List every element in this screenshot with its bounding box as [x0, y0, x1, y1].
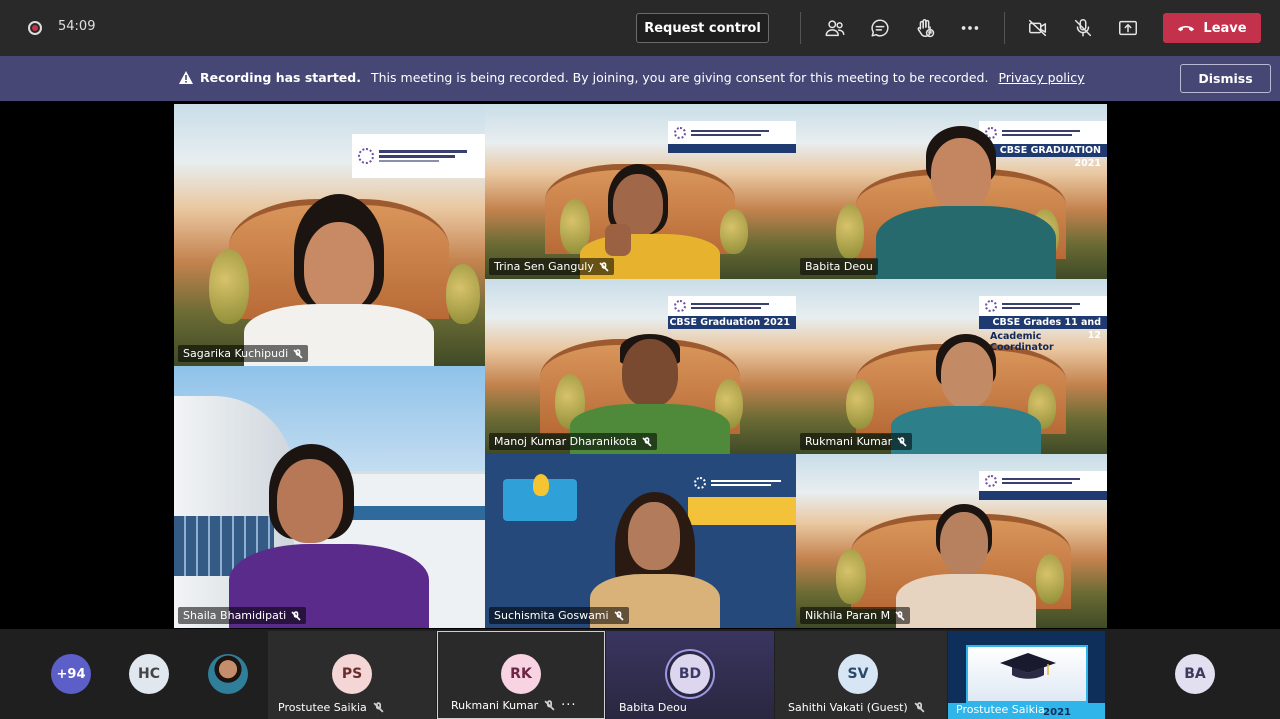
logo-icon: [358, 148, 374, 164]
participant-name: Prostutee Saikia: [956, 703, 1045, 716]
share-icon[interactable]: [1116, 16, 1140, 40]
video-tile[interactable]: CBSE GRADUATION 2021 Babita Deou: [796, 104, 1107, 279]
participant-name-tag: Nikhila Paran M: [800, 607, 911, 624]
video-tile[interactable]: Nikhila Paran M: [796, 454, 1107, 628]
people-icon[interactable]: [823, 16, 847, 40]
graduation-cap-icon: [1000, 653, 1056, 679]
participant-name-tag: Manoj Kumar Dharanikota: [489, 433, 657, 450]
mic-off-icon[interactable]: [1071, 16, 1095, 40]
participant-tile[interactable]: PS Prostutee Saikia: [268, 631, 436, 719]
dismiss-button[interactable]: Dismiss: [1180, 64, 1271, 93]
leave-button[interactable]: Leave: [1163, 13, 1261, 43]
logo-icon: [985, 475, 997, 487]
video-tile[interactable]: CBSE Grades 11 and 12 Academic Coordinat…: [796, 279, 1107, 454]
participant-avatar: BD: [670, 654, 710, 694]
logo-icon: [694, 477, 706, 489]
video-tile[interactable]: CBSE Graduation 2021 Manoj Kumar Dharani…: [485, 279, 796, 454]
recording-icon: [28, 21, 42, 35]
participant-name-tag: Rukmani Kumar: [800, 433, 913, 450]
recording-message: Recording has started. This meeting is b…: [178, 70, 1084, 85]
video-tile[interactable]: Trina Sen Ganguly: [485, 104, 796, 279]
camera-off-icon[interactable]: [1026, 16, 1050, 40]
school-logo: [668, 296, 796, 316]
mic-off-icon: [544, 700, 555, 711]
meeting-window: 54:09 Request control Leave Recording ha…: [0, 0, 1280, 719]
school-logo: [668, 121, 796, 144]
participant-photo-avatar[interactable]: [208, 654, 248, 694]
video-tile[interactable]: Shaila Bhamidipati: [174, 366, 485, 628]
background-tree: [446, 264, 480, 324]
participant-video: [229, 444, 429, 628]
mic-off-icon: [895, 610, 905, 621]
participant-avatar[interactable]: HC: [129, 654, 169, 694]
logo-icon: [985, 300, 997, 312]
school-logo: [979, 471, 1107, 491]
meeting-toolbar: 54:09 Request control Leave: [0, 0, 1280, 56]
participant-shared-video-tile[interactable]: Prostutee Saikia 2021: [948, 631, 1105, 719]
tile-banner-strip: [979, 491, 1107, 500]
privacy-policy-link[interactable]: Privacy policy: [998, 70, 1084, 85]
participant-video: [896, 504, 1036, 628]
participant-name: Prostutee Saikia: [278, 701, 384, 714]
warning-icon: [179, 71, 193, 84]
lightbulb-icon: [533, 474, 549, 496]
toolbar-divider: [800, 12, 801, 44]
participant-name-tag: Shaila Bhamidipati: [178, 607, 307, 624]
thumbs-up-hand: [605, 224, 631, 256]
request-control-button[interactable]: Request control: [636, 13, 769, 43]
participant-strip: +94 HC PS Prostutee Saikia RK Rukmani Ku…: [0, 629, 1280, 719]
more-icon[interactable]: [958, 16, 982, 40]
participant-tile[interactable]: BD Babita Deou: [606, 631, 774, 719]
video-tile[interactable]: Suchismita Goswami: [485, 454, 796, 628]
recording-consent-text: This meeting is being recorded. By joini…: [371, 70, 989, 85]
participant-name-tag: Babita Deou: [800, 258, 878, 275]
participant-video: [891, 334, 1041, 454]
reactions-icon[interactable]: [913, 16, 937, 40]
participant-avatar: RK: [501, 654, 541, 694]
background-tree: [209, 249, 249, 324]
participant-name-tag: Trina Sen Ganguly: [489, 258, 614, 275]
logo-icon: [674, 126, 686, 139]
participant-name: Sahithi Vakati (Guest): [788, 701, 925, 714]
recording-banner: Recording has started. This meeting is b…: [0, 56, 1280, 101]
participant-tile[interactable]: RK Rukmani Kumar ···: [437, 631, 605, 719]
participant-tile[interactable]: SV Sahithi Vakati (Guest): [775, 631, 947, 719]
mic-off-icon: [599, 261, 609, 272]
recording-title: Recording has started.: [200, 70, 361, 85]
participant-avatar: SV: [838, 654, 878, 694]
participant-avatar[interactable]: BA: [1175, 654, 1215, 694]
tile-banner: CBSE Graduation 2021: [668, 316, 796, 329]
tile-banner-strip: [668, 144, 796, 153]
participant-video: [876, 126, 1056, 279]
participant-name-tag: Sagarika Kuchipudi: [178, 345, 309, 362]
tile-banner: CBSE Grades 11 and 12: [979, 316, 1107, 341]
school-logo: [688, 472, 796, 494]
more-options-icon[interactable]: ···: [561, 698, 576, 713]
mic-off-icon: [614, 610, 624, 621]
toolbar-divider: [1004, 12, 1005, 44]
more-participants-button[interactable]: +94: [51, 654, 91, 694]
school-logo: [352, 134, 485, 178]
participant-name-tag: Suchismita Goswami: [489, 607, 629, 624]
mic-off-icon: [293, 348, 303, 359]
video-tile[interactable]: Sagarika Kuchipudi: [174, 104, 485, 366]
participant-avatar: PS: [332, 654, 372, 694]
meeting-timer: 54:09: [58, 19, 96, 34]
phone-hangup-icon: [1178, 25, 1195, 32]
slide-year: 2021: [1043, 707, 1071, 718]
mic-off-icon: [291, 610, 301, 621]
participant-video: [244, 194, 434, 366]
participant-name: Babita Deou: [619, 701, 687, 714]
video-grid: Sagarika Kuchipudi Trina Sen Ganguly CBS…: [0, 101, 1280, 629]
leave-label: Leave: [1203, 20, 1247, 36]
logo-icon: [674, 300, 686, 312]
participant-name: Rukmani Kumar ···: [451, 698, 577, 713]
mic-off-icon: [914, 702, 925, 713]
mic-off-icon: [642, 436, 652, 447]
chat-icon[interactable]: [868, 16, 892, 40]
mic-off-icon: [373, 702, 384, 713]
school-logo: [979, 296, 1107, 316]
graduation-slide: [966, 645, 1088, 703]
mic-off-icon: [897, 436, 907, 447]
